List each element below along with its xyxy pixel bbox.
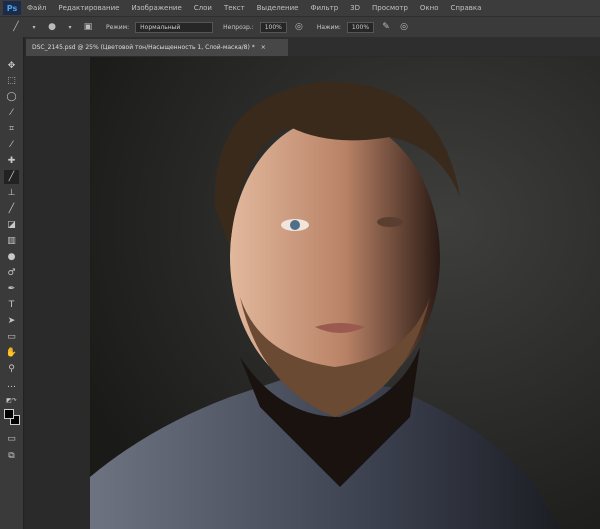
type-tool-icon[interactable]: T [4, 298, 19, 312]
more-tools-icon[interactable]: … [4, 378, 19, 392]
healing-tool-icon[interactable]: ✚ [4, 154, 19, 168]
swap-colors-icon[interactable]: ◩↷ [4, 393, 19, 407]
screen-mode-icon[interactable]: ⧉ [4, 449, 19, 463]
photoshop-logo: Ps [3, 1, 21, 15]
menu-window[interactable]: Окно [420, 4, 439, 12]
dodge-tool-icon[interactable]: ♂ [4, 266, 19, 280]
brush-size-icon[interactable]: ● [46, 22, 58, 32]
chevron-down-icon[interactable]: ▾ [28, 24, 40, 31]
menu-edit[interactable]: Редактирование [58, 4, 119, 12]
portrait-photo [90, 57, 600, 529]
mode-label: Режим: [106, 23, 130, 31]
path-select-tool-icon[interactable]: ➤ [4, 314, 19, 328]
marquee-tool-icon[interactable]: ⬚ [4, 74, 19, 88]
menu-3d[interactable]: 3D [350, 4, 360, 12]
brush-preset-icon[interactable]: ╱ [10, 22, 22, 32]
menu-help[interactable]: Справка [451, 4, 482, 12]
menu-select[interactable]: Выделение [257, 4, 299, 12]
options-bar: ╱ ▾ ● ▾ ▣ Режим: Нормальный Непрозр.: 10… [0, 16, 600, 37]
close-icon[interactable]: × [261, 44, 266, 51]
crop-tool-icon[interactable]: ⌗ [4, 122, 19, 136]
brush-tool-icon[interactable]: ╱ [4, 170, 19, 184]
menu-view[interactable]: Просмотр [372, 4, 408, 12]
foreground-color-swatch[interactable] [4, 409, 14, 419]
menu-image[interactable]: Изображение [131, 4, 181, 12]
pressure-opacity-icon[interactable]: ◎ [293, 22, 305, 32]
toolbar: ✥ ⬚ ◯ ⁄ ⌗ ⁄ ✚ ╱ ⊥ ╱ ◪ ▥ ● ♂ ✒ T ➤ ▭ ✋ ⚲ … [0, 37, 24, 529]
flow-label: Нажим: [316, 23, 341, 31]
menu-layers[interactable]: Слои [194, 4, 212, 12]
zoom-tool-icon[interactable]: ⚲ [4, 362, 19, 376]
mode-select[interactable]: Нормальный [135, 21, 214, 33]
pen-tool-icon[interactable]: ✒ [4, 282, 19, 296]
canvas-area[interactable] [25, 56, 600, 529]
flow-input[interactable]: 100% [346, 21, 375, 33]
airbrush-icon[interactable]: ✎ [380, 22, 392, 32]
menu-bar: Ps Файл Редактирование Изображение Слои … [0, 0, 600, 16]
pressure-size-icon[interactable]: ◎ [398, 22, 410, 32]
opacity-input[interactable]: 100% [259, 21, 287, 33]
menu-type[interactable]: Текст [224, 4, 245, 12]
gradient-tool-icon[interactable]: ▥ [4, 234, 19, 248]
eyedropper-tool-icon[interactable]: ⁄ [4, 138, 19, 152]
document-tab-bar: DSC_2145.psd @ 25% (Цветовой тон/Насыщен… [26, 37, 600, 56]
document-title: DSC_2145.psd @ 25% (Цветовой тон/Насыщен… [32, 44, 255, 51]
history-brush-tool-icon[interactable]: ╱ [4, 202, 19, 216]
lasso-tool-icon[interactable]: ◯ [4, 90, 19, 104]
quick-select-tool-icon[interactable]: ⁄ [4, 106, 19, 120]
chevron-down-icon[interactable]: ▾ [64, 24, 76, 31]
hand-tool-icon[interactable]: ✋ [4, 346, 19, 360]
brush-panel-icon[interactable]: ▣ [82, 22, 94, 32]
menu-file[interactable]: Файл [27, 4, 46, 12]
blur-tool-icon[interactable]: ● [4, 250, 19, 264]
opacity-label: Непрозр.: [223, 23, 254, 31]
rectangle-tool-icon[interactable]: ▭ [4, 330, 19, 344]
eraser-tool-icon[interactable]: ◪ [4, 218, 19, 232]
stamp-tool-icon[interactable]: ⊥ [4, 186, 19, 200]
menu-filter[interactable]: Фильтр [310, 4, 338, 12]
document-tab[interactable]: DSC_2145.psd @ 25% (Цветовой тон/Насыщен… [26, 39, 288, 56]
quick-mask-icon[interactable]: ▭ [4, 432, 19, 446]
move-tool-icon[interactable]: ✥ [4, 59, 19, 73]
